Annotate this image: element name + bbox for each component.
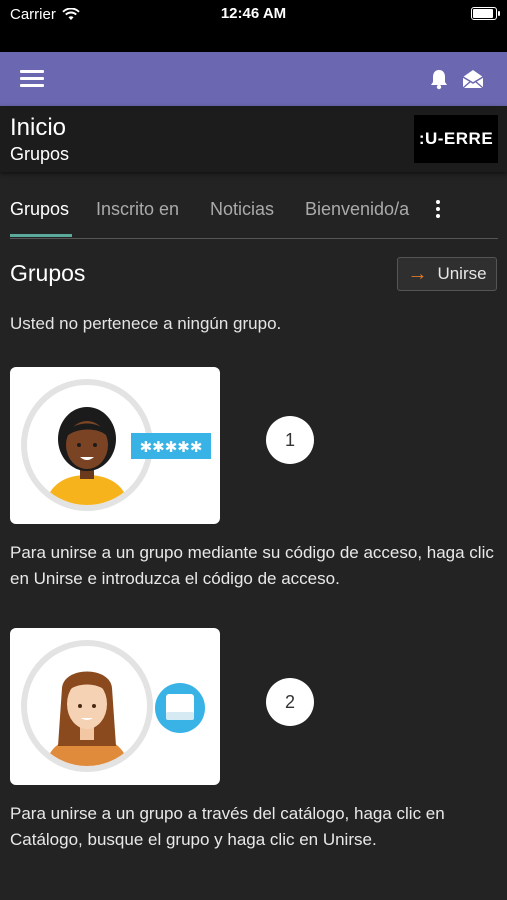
tab-inscrito-en[interactable]: Inscrito en (96, 199, 179, 220)
page-subtitle: Grupos (10, 144, 70, 164)
page-title: Inicio (10, 114, 67, 141)
catalog-illustration (10, 628, 220, 785)
step-2-instruction: Para unirse a un grupo a través del catá… (10, 804, 445, 849)
woman-access-code-icon: ✱✱✱✱✱ (21, 379, 211, 511)
bell-icon[interactable] (428, 68, 450, 90)
tab-bienvenido[interactable]: Bienvenido/a (305, 199, 409, 220)
arrow-right-icon: → (407, 262, 428, 285)
more-vertical-icon[interactable] (433, 197, 443, 221)
step-1-instruction: Para unirse a un grupo mediante su códig… (10, 543, 494, 588)
app-bar (0, 52, 507, 106)
battery-icon (471, 7, 500, 20)
tab-bar: Grupos Inscrito en Noticias Bienvenido/a (10, 193, 498, 239)
section-title: Grupos (10, 260, 86, 286)
tab-grupos[interactable]: Grupos (10, 199, 69, 220)
u-erre-logo: :U-ERRE (414, 115, 498, 163)
envelope-open-icon[interactable] (461, 68, 485, 90)
step-number-2: 2 (266, 678, 314, 726)
status-bar: Carrier 12:46 AM (0, 0, 507, 52)
access-code-illustration: ✱✱✱✱✱ (10, 367, 220, 524)
active-tab-indicator (10, 234, 72, 237)
join-button-label: Unirse (437, 264, 487, 283)
step-number-1: 1 (266, 416, 314, 464)
hamburger-icon[interactable] (20, 67, 44, 91)
status-time: 12:46 AM (220, 5, 287, 22)
join-button[interactable]: → Unirse (397, 257, 497, 291)
tab-noticias[interactable]: Noticias (210, 199, 274, 220)
woman-catalog-icon (21, 640, 205, 772)
access-code-badge: ✱✱✱✱✱ (140, 438, 203, 456)
empty-groups-message: Usted no pertenece a ningún grupo. (10, 314, 282, 333)
